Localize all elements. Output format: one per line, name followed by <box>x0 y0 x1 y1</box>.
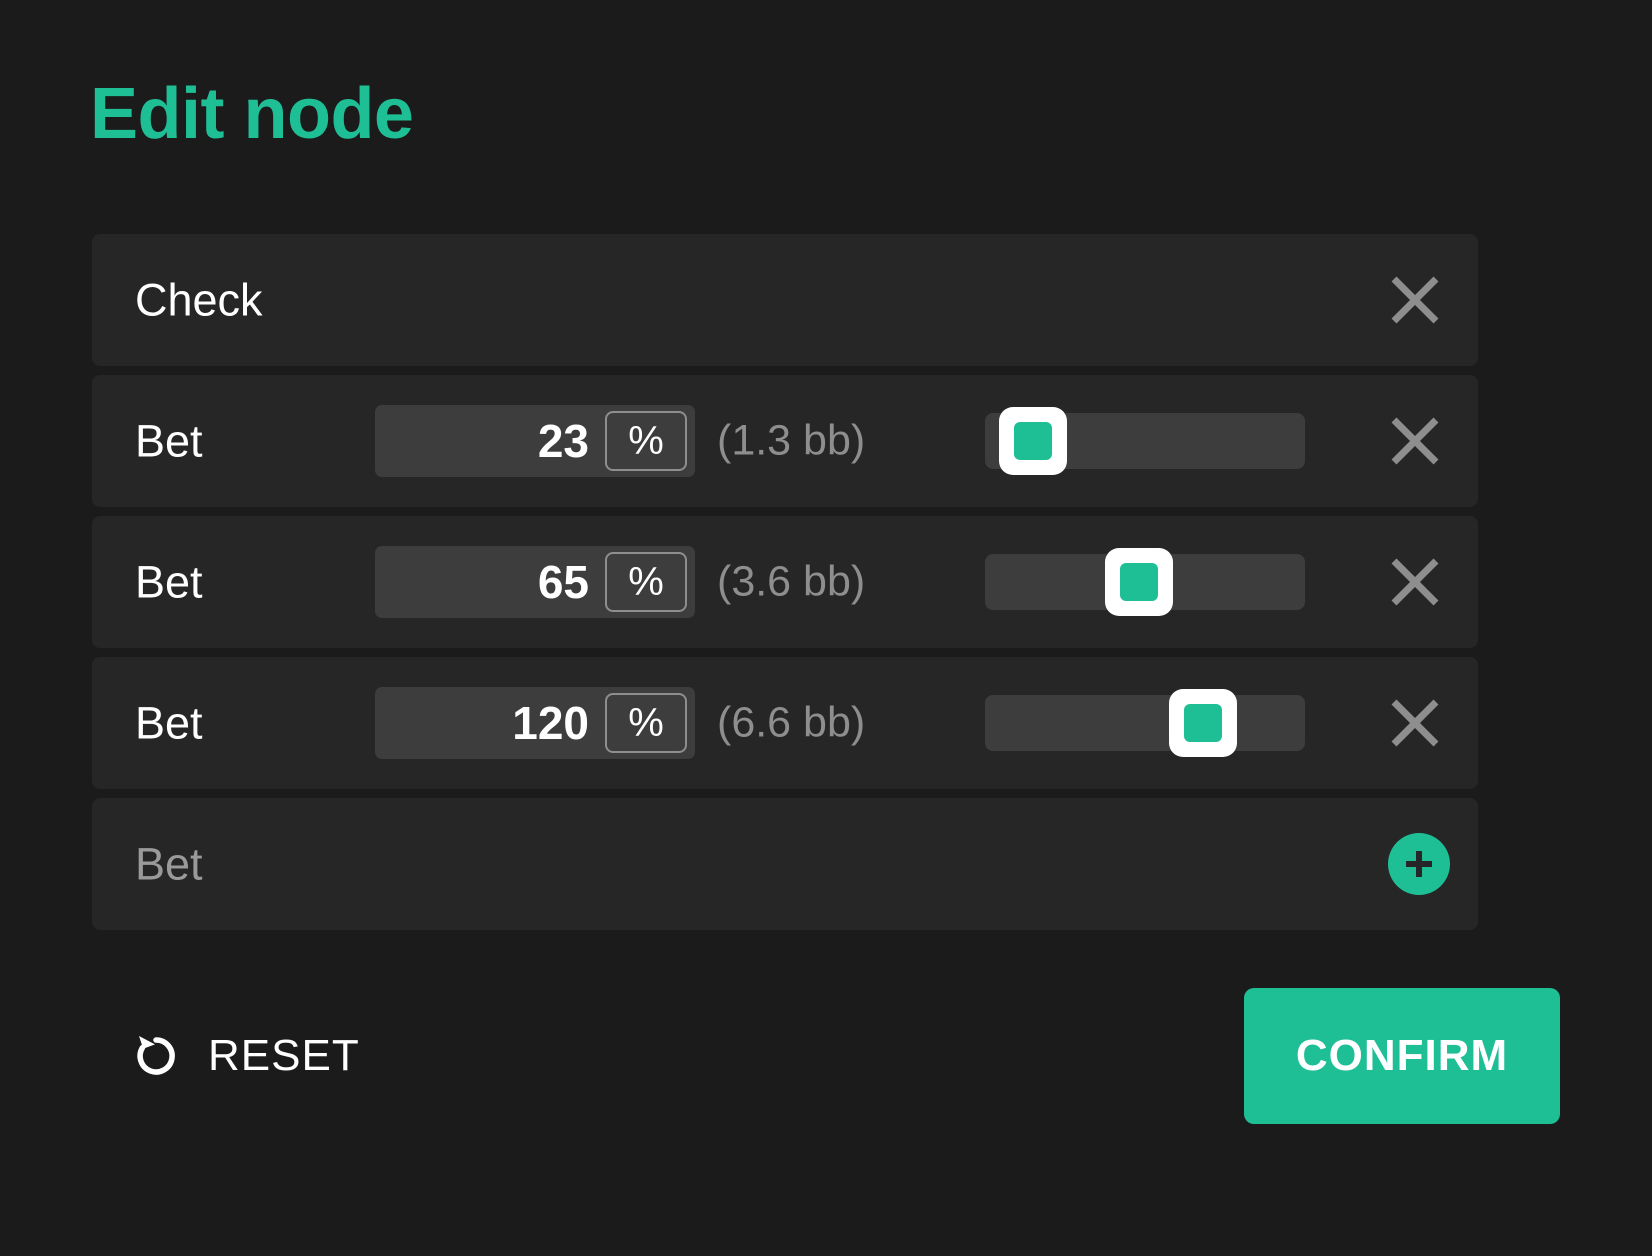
action-rows-list: Check Bet 23 % (1.3 bb) Bet 65 % (3.6 bb… <box>92 234 1478 939</box>
action-row-bet: Bet 120 % (6.6 bb) <box>92 657 1478 789</box>
bet-amount-value: 65 <box>537 556 589 608</box>
slider-handle-inner <box>1119 563 1158 601</box>
add-bet-placeholder: Bet <box>135 838 203 890</box>
bet-unit-toggle[interactable]: % <box>605 552 687 612</box>
bet-amount-value: 23 <box>537 415 589 467</box>
action-row-bet: Bet 65 % (3.6 bb) <box>92 516 1478 648</box>
bet-amount-input[interactable]: 23 % <box>375 405 695 477</box>
bet-unit-toggle[interactable]: % <box>605 411 687 471</box>
plus-icon[interactable] <box>1388 833 1450 895</box>
action-row-bet: Bet 23 % (1.3 bb) <box>92 375 1478 507</box>
bet-amount-value: 120 <box>512 697 589 749</box>
reset-label: RESET <box>208 1031 360 1080</box>
bet-unit-toggle[interactable]: % <box>605 693 687 753</box>
edit-node-panel: Edit node Check Bet 23 % (1.3 bb) Bet 65… <box>0 0 1652 1256</box>
rotate-counterclockwise-icon <box>130 1030 182 1082</box>
slider-handle[interactable] <box>999 407 1067 475</box>
action-row-check: Check <box>92 234 1478 366</box>
slider-handle-inner <box>1014 422 1052 460</box>
close-icon[interactable] <box>1388 555 1442 609</box>
bet-amount-input[interactable]: 65 % <box>375 546 695 618</box>
row-label: Bet <box>135 415 203 467</box>
close-icon[interactable] <box>1388 696 1442 750</box>
footer-actions: RESET CONFIRM <box>92 988 1560 1124</box>
bet-size-slider[interactable] <box>985 548 1305 616</box>
bet-size-slider[interactable] <box>985 407 1305 475</box>
close-icon[interactable] <box>1388 273 1442 327</box>
slider-handle[interactable] <box>1168 689 1237 757</box>
slider-handle-inner <box>1183 704 1222 742</box>
bet-size-slider[interactable] <box>985 689 1305 757</box>
page-title: Edit node <box>90 74 414 154</box>
close-icon[interactable] <box>1388 414 1442 468</box>
bet-bb-value: (6.6 bb) <box>717 698 866 747</box>
row-label: Bet <box>135 697 203 749</box>
confirm-button[interactable]: CONFIRM <box>1244 988 1560 1124</box>
row-label: Check <box>135 274 263 326</box>
row-label: Bet <box>135 556 203 608</box>
action-row-add-bet[interactable]: Bet <box>92 798 1478 930</box>
bet-bb-value: (3.6 bb) <box>717 557 866 606</box>
slider-handle[interactable] <box>1104 548 1173 616</box>
bet-amount-input[interactable]: 120 % <box>375 687 695 759</box>
reset-button[interactable]: RESET <box>130 1030 360 1082</box>
bet-bb-value: (1.3 bb) <box>717 416 866 465</box>
